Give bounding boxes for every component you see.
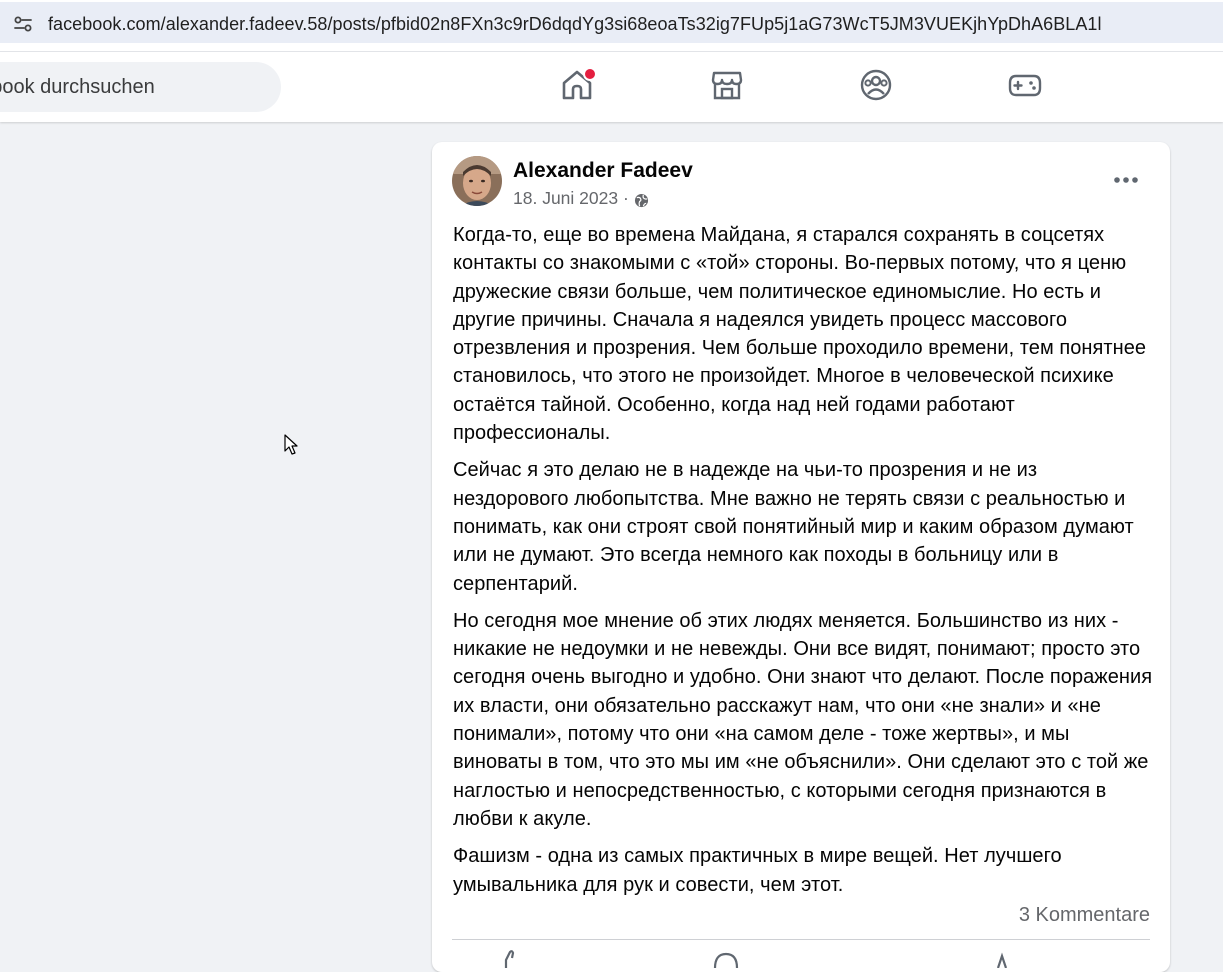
post-card: Alexander Fadeev 18. Juni 2023 · Когда-т… xyxy=(432,142,1170,972)
search-box[interactable] xyxy=(0,62,281,112)
post-paragraph: Но сегодня мое мнение об этих людях меня… xyxy=(453,609,1153,830)
comment-icon[interactable] xyxy=(713,948,739,968)
url-text[interactable]: facebook.com/alexander.fadeev.58/posts/p… xyxy=(48,14,1102,35)
site-info-icon[interactable] xyxy=(12,13,34,35)
facebook-top-nav xyxy=(0,52,1223,122)
groups-icon[interactable] xyxy=(859,68,893,104)
address-field[interactable]: facebook.com/alexander.fadeev.58/posts/p… xyxy=(0,2,1223,43)
divider xyxy=(452,939,1150,940)
browser-address-bar: facebook.com/alexander.fadeev.58/posts/p… xyxy=(0,0,1223,52)
home-icon[interactable] xyxy=(560,67,597,104)
notification-dot xyxy=(583,67,597,81)
like-icon[interactable] xyxy=(498,948,524,968)
mouse-cursor-icon xyxy=(284,434,298,455)
avatar[interactable] xyxy=(452,156,502,206)
search-input[interactable] xyxy=(0,62,281,112)
post-paragraph: Сейчас я это делаю не в надежде на чьи-т… xyxy=(453,459,1134,595)
marketplace-icon[interactable] xyxy=(710,68,744,104)
more-options-icon[interactable] xyxy=(1108,166,1144,194)
post-date[interactable]: 18. Juni 2023 · xyxy=(513,188,629,209)
post-paragraph: Когда-то, еще во времена Майдана, я стар… xyxy=(453,224,1147,445)
gaming-icon[interactable] xyxy=(1008,68,1042,104)
share-icon[interactable] xyxy=(988,948,1014,968)
comments-count-link[interactable]: 3 Kommentare xyxy=(1019,904,1150,927)
post-body: Когда-то, еще во времена Майдана, я стар… xyxy=(453,221,1153,908)
post-paragraph: Фашизм - одна из самых практичных в мире… xyxy=(453,845,1062,896)
globe-icon[interactable] xyxy=(634,193,649,208)
post-author-name[interactable]: Alexander Fadeev xyxy=(513,159,693,183)
post-meta: 18. Juni 2023 · xyxy=(513,188,649,209)
